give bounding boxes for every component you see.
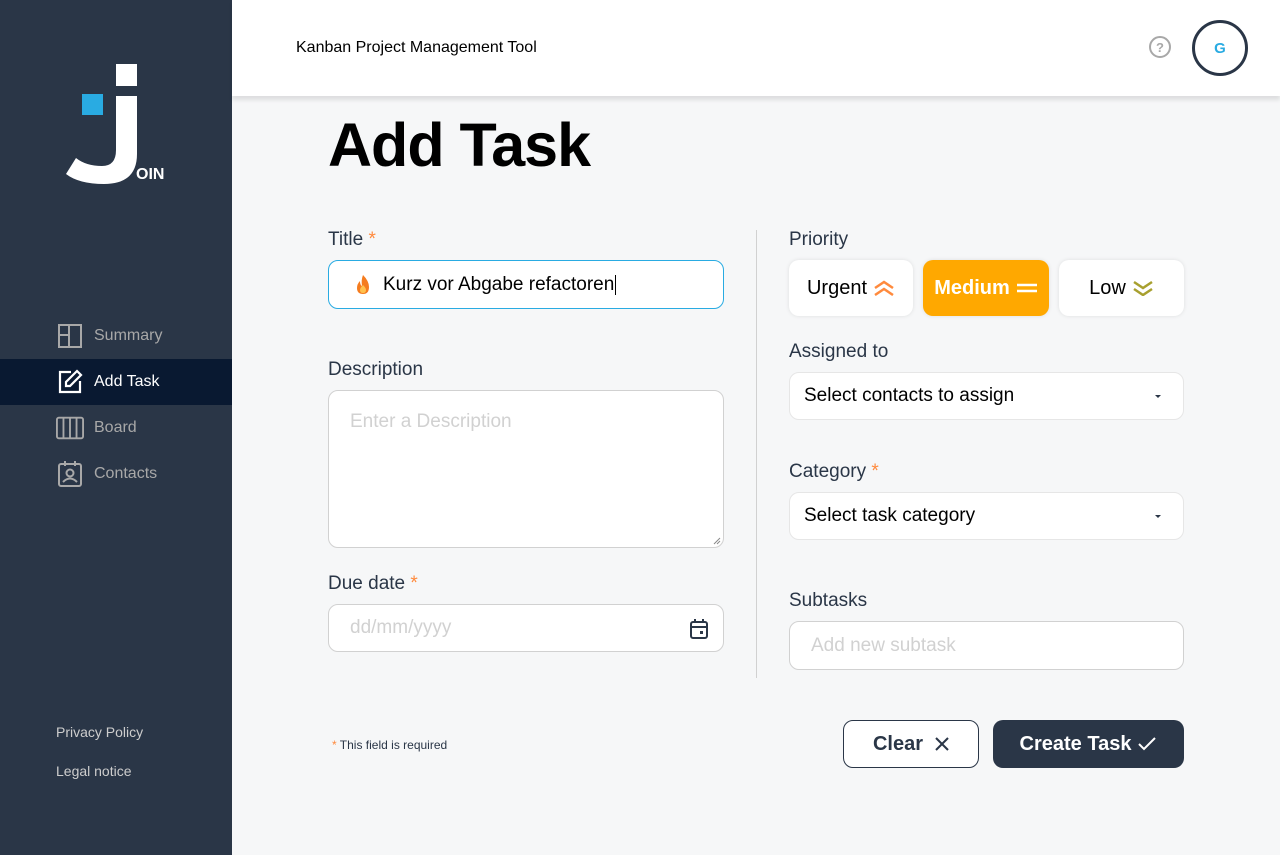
assigned-to-value: Select contacts to assign xyxy=(804,385,1015,406)
sidebar-item-contacts[interactable]: Contacts xyxy=(0,451,232,497)
chevron-down-icon xyxy=(1155,395,1161,398)
sidebar-nav: Summary Add Task Board Contacts xyxy=(0,313,232,497)
assigned-to-label: Assigned to xyxy=(789,341,889,362)
privacy-policy-link[interactable]: Privacy Policy xyxy=(56,724,143,740)
clear-button[interactable]: Clear xyxy=(843,720,979,768)
category-select[interactable]: Select task category xyxy=(789,492,1184,540)
create-task-button[interactable]: Create Task xyxy=(993,720,1184,768)
edit-icon xyxy=(56,368,84,396)
sidebar-footer: Privacy Policy Legal notice xyxy=(56,724,143,802)
description-label: Description xyxy=(328,359,424,380)
title-label-text: Title xyxy=(328,229,364,250)
priority-medium-button[interactable]: Medium xyxy=(923,260,1049,316)
fire-icon xyxy=(353,274,373,296)
sidebar-item-label: Contacts xyxy=(94,465,158,482)
chevron-down-icon xyxy=(1155,515,1161,518)
description-placeholder: Enter a Description xyxy=(350,411,512,432)
required-star: * xyxy=(368,229,376,250)
sidebar: OIN Summary Add Task Board Contacts Priv… xyxy=(0,0,232,855)
required-star: * xyxy=(871,461,879,482)
sidebar-item-board[interactable]: Board xyxy=(0,405,232,451)
user-avatar[interactable]: G xyxy=(1192,20,1248,76)
due-date-label: Due date * xyxy=(328,573,418,595)
required-note: * This field is required xyxy=(332,738,447,752)
description-textarea[interactable]: Enter a Description xyxy=(328,390,724,548)
required-note-text: This field is required xyxy=(339,738,448,752)
category-value: Select task category xyxy=(804,505,976,526)
priority-urgent-label: Urgent xyxy=(806,276,868,299)
sidebar-item-label: Board xyxy=(94,419,137,436)
sidebar-item-label: Add Task xyxy=(94,373,160,390)
title-input-value: Kurz vor Abgabe refactoren xyxy=(383,273,615,295)
text-cursor xyxy=(615,274,617,295)
category-label: Category * xyxy=(789,461,879,483)
title-label: Title * xyxy=(328,229,376,251)
check-icon xyxy=(1138,737,1157,751)
page-title: Add Task xyxy=(328,111,591,179)
required-star: * xyxy=(410,573,418,594)
board-icon xyxy=(56,414,84,442)
urgent-icon xyxy=(874,280,894,296)
create-task-button-label: Create Task xyxy=(1019,732,1132,755)
form-divider xyxy=(756,230,757,678)
summary-icon xyxy=(56,322,84,350)
help-icon[interactable]: ? xyxy=(1149,36,1171,58)
required-star: * xyxy=(332,738,337,752)
category-label-text: Category xyxy=(789,461,867,482)
due-date-input[interactable]: dd/mm/yyyy xyxy=(328,604,724,652)
sidebar-item-label: Summary xyxy=(94,327,163,344)
logo-text: OIN xyxy=(136,166,165,183)
subtask-input[interactable]: Add new subtask xyxy=(789,621,1184,670)
sidebar-item-add-task[interactable]: Add Task xyxy=(0,359,232,405)
subtasks-label: Subtasks xyxy=(789,590,868,611)
priority-low-button[interactable]: Low xyxy=(1059,260,1184,316)
clear-button-label: Clear xyxy=(872,732,924,755)
assigned-to-select[interactable]: Select contacts to assign xyxy=(789,372,1184,420)
sidebar-item-summary[interactable]: Summary xyxy=(0,313,232,359)
contacts-icon xyxy=(56,460,84,488)
close-icon xyxy=(935,737,949,751)
priority-medium-label: Medium xyxy=(934,276,1010,299)
priority-low-label: Low xyxy=(1089,276,1126,299)
calendar-icon[interactable] xyxy=(689,618,709,640)
resize-handle-icon[interactable] xyxy=(713,537,721,545)
priority-urgent-button[interactable]: Urgent xyxy=(789,260,913,316)
due-date-placeholder: dd/mm/yyyy xyxy=(350,617,452,638)
join-logo[interactable]: OIN xyxy=(64,62,174,192)
title-input[interactable]: Kurz vor Abgabe refactoren xyxy=(328,260,724,309)
top-header: Kanban Project Management Tool ? G xyxy=(232,0,1280,96)
legal-notice-link[interactable]: Legal notice xyxy=(56,763,143,779)
priority-label: Priority xyxy=(789,229,849,250)
low-icon xyxy=(1133,280,1153,296)
subtask-placeholder: Add new subtask xyxy=(811,634,956,656)
medium-icon xyxy=(1016,283,1037,293)
app-title: Kanban Project Management Tool xyxy=(296,39,537,56)
due-date-label-text: Due date xyxy=(328,573,406,594)
